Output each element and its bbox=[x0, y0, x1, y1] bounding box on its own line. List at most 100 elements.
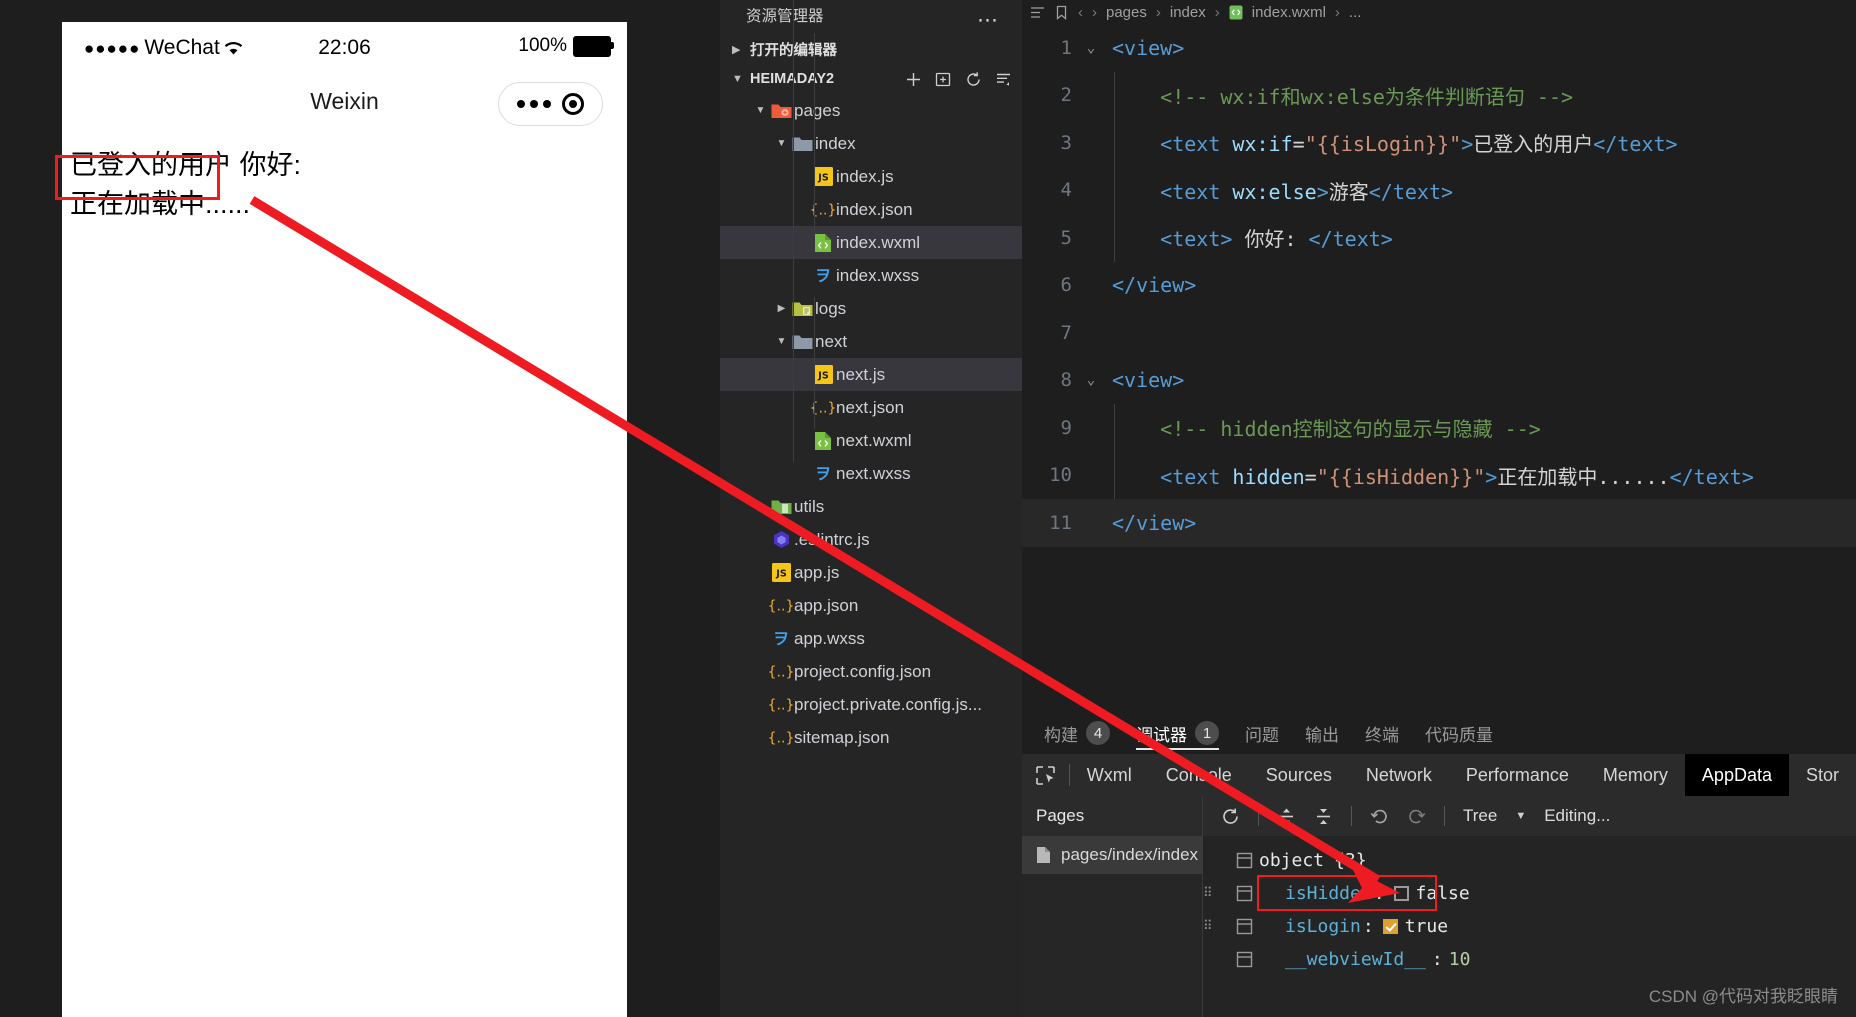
more-dots-icon[interactable] bbox=[516, 100, 551, 108]
code-line[interactable]: 2 <!-- wx:if和wx:else为条件判断语句 --> bbox=[1022, 71, 1856, 119]
appdata-value[interactable]: true bbox=[1405, 916, 1448, 937]
devtools-tab-performance[interactable]: Performance bbox=[1449, 754, 1586, 796]
code-line[interactable]: 10 <text hidden="{{isHidden}}">正在加载中....… bbox=[1022, 451, 1856, 499]
appdata-value[interactable]: 10 bbox=[1449, 949, 1471, 970]
breadcrumb-pages[interactable]: pages bbox=[1106, 4, 1147, 21]
chevron-down-icon[interactable]: ▼ bbox=[732, 73, 750, 85]
tree-item--eslintrc-js[interactable]: .eslintrc.js bbox=[720, 523, 1022, 556]
appdata-value[interactable]: false bbox=[1416, 883, 1470, 904]
chevron-down-icon[interactable]: ▼ bbox=[1515, 810, 1526, 822]
expand-all-icon[interactable] bbox=[1277, 807, 1296, 826]
tree-item-index-json[interactable]: {..} index.json bbox=[720, 193, 1022, 226]
panel-tab-4[interactable]: 终端 bbox=[1365, 712, 1399, 754]
tree-item-project-private-config-js-[interactable]: {..} project.private.config.js... bbox=[720, 688, 1022, 721]
appdata-row[interactable]: ⠿ isLogin: true bbox=[1203, 910, 1856, 943]
appdata-row[interactable]: ⠿ isHidden: false bbox=[1203, 877, 1856, 910]
inspect-element-icon[interactable] bbox=[1022, 765, 1069, 786]
open-editors-section[interactable]: ▶ 打开的编辑器 bbox=[720, 34, 1022, 64]
appdata-key[interactable]: __webviewId__ bbox=[1285, 949, 1426, 970]
appdata-checkbox[interactable] bbox=[1382, 919, 1398, 934]
tree-item-next[interactable]: ▼ next bbox=[720, 325, 1022, 358]
devtools-tab-wxml[interactable]: Wxml bbox=[1070, 754, 1149, 796]
chevron-right-icon[interactable]: › bbox=[1092, 4, 1097, 21]
devtools-tab-memory[interactable]: Memory bbox=[1586, 754, 1685, 796]
appdata-key[interactable]: isHidden bbox=[1285, 883, 1372, 904]
tree-item-next-json[interactable]: {..} next.json bbox=[720, 391, 1022, 424]
appdata-row[interactable]: __webviewId__:10 bbox=[1203, 943, 1856, 976]
collapse-all-icon[interactable] bbox=[1314, 807, 1333, 826]
tree-item-sitemap-json[interactable]: {..} sitemap.json bbox=[720, 721, 1022, 754]
code-line[interactable]: 4 <text wx:else>游客</text> bbox=[1022, 166, 1856, 214]
refresh-icon[interactable] bbox=[1221, 807, 1240, 826]
code-line[interactable]: 7 bbox=[1022, 309, 1856, 357]
devtools-tab-appdata[interactable]: AppData bbox=[1684, 754, 1789, 796]
tree-item-pages[interactable]: ▼ pages bbox=[720, 94, 1022, 127]
devtools-tab-sources[interactable]: Sources bbox=[1249, 754, 1349, 796]
project-section[interactable]: ▼ HEIMADAY2 bbox=[720, 64, 1022, 94]
code-line[interactable]: 11 </view> bbox=[1022, 499, 1856, 547]
breadcrumb-index[interactable]: index bbox=[1170, 4, 1206, 21]
new-folder-icon[interactable] bbox=[935, 71, 952, 88]
code-line[interactable]: 9 <!-- hidden控制这句的显示与隐藏 --> bbox=[1022, 404, 1856, 452]
bookmark-icon[interactable] bbox=[1054, 5, 1069, 20]
chevron-left-icon[interactable]: ‹ bbox=[1078, 4, 1083, 21]
appdata-tree[interactable]: object {3} ⠿ isHidden: false ⠿ isLogin: true __w… bbox=[1203, 836, 1856, 976]
tree-item-app-js[interactable]: JS app.js bbox=[720, 556, 1022, 589]
tree-item-index-js[interactable]: JS index.js bbox=[720, 160, 1022, 193]
sim-capsule-button[interactable] bbox=[498, 82, 603, 126]
devtools-tab-console[interactable]: Console bbox=[1149, 754, 1249, 796]
undo-icon[interactable] bbox=[1370, 807, 1389, 826]
redo-icon[interactable] bbox=[1407, 807, 1426, 826]
wxml-icon bbox=[815, 431, 831, 450]
tree-item-index[interactable]: ▼ index bbox=[720, 127, 1022, 160]
tree-item-next-js[interactable]: JS next.js bbox=[720, 358, 1022, 391]
line-number: 4 bbox=[1060, 179, 1072, 202]
tree-item-next-wxml[interactable]: next.wxml bbox=[720, 424, 1022, 457]
tree-item-app-json[interactable]: {..} app.json bbox=[720, 589, 1022, 622]
collapse-all-icon[interactable] bbox=[995, 71, 1012, 88]
breadcrumb-file[interactable]: index.wxml bbox=[1252, 4, 1326, 21]
tree-item-label: index.wxss bbox=[836, 265, 920, 285]
target-icon[interactable] bbox=[562, 93, 585, 115]
tree-item-logs[interactable]: ▶ logs bbox=[720, 292, 1022, 325]
drag-handle-icon[interactable]: ⠿ bbox=[1203, 887, 1229, 900]
code-line[interactable]: 1 ⌄ <view> bbox=[1022, 24, 1856, 72]
chevron-right-icon[interactable]: ▶ bbox=[774, 303, 789, 314]
devtools-tab-network[interactable]: Network bbox=[1349, 754, 1449, 796]
new-file-icon[interactable] bbox=[905, 71, 922, 88]
fold-chevron-icon[interactable]: ⌄ bbox=[1078, 40, 1104, 56]
appdata-key[interactable]: isLogin bbox=[1285, 916, 1361, 937]
drag-handle-icon[interactable]: ⠿ bbox=[1203, 920, 1229, 933]
chevron-down-icon[interactable]: ▼ bbox=[753, 105, 768, 116]
fold-chevron-icon[interactable]: ⌄ bbox=[1078, 372, 1104, 388]
panel-tab-5[interactable]: 代码质量 bbox=[1425, 712, 1493, 754]
refresh-icon[interactable] bbox=[965, 71, 982, 88]
chevron-right-icon[interactable]: ▶ bbox=[732, 43, 750, 56]
code-line[interactable]: 6 </view> bbox=[1022, 262, 1856, 310]
tree-item-utils[interactable]: ▶ utils bbox=[720, 490, 1022, 523]
code-line[interactable]: 5 <text> 你好: </text> bbox=[1022, 214, 1856, 262]
code-lines[interactable]: 1 ⌄ <view> 2 <!-- wx:if和wx:else为条件判断语句 --> 3… bbox=[1022, 24, 1856, 712]
panel-tab-1[interactable]: 调试器 1 bbox=[1136, 712, 1219, 754]
chevron-right-icon[interactable]: ▶ bbox=[753, 501, 768, 512]
appdata-row[interactable]: object {3} bbox=[1203, 844, 1856, 877]
tree-item-next-wxss[interactable]: ヲ next.wxss bbox=[720, 457, 1022, 490]
devtools-tab-stor[interactable]: Stor bbox=[1789, 754, 1856, 796]
ellipsis-icon[interactable]: ⋯ bbox=[977, 4, 1000, 38]
chevron-down-icon[interactable]: ▼ bbox=[774, 336, 789, 347]
panel-tab-2[interactable]: 问题 bbox=[1245, 712, 1279, 754]
chevron-down-icon[interactable]: ▼ bbox=[774, 138, 789, 149]
panel-tab-0[interactable]: 构建 4 bbox=[1044, 712, 1110, 754]
tree-item-project-config-json[interactable]: {..} project.config.json bbox=[720, 655, 1022, 688]
tree-item-index-wxss[interactable]: ヲ index.wxss bbox=[720, 259, 1022, 292]
breadcrumb-ellipsis[interactable]: ... bbox=[1349, 4, 1362, 21]
panel-tab-3[interactable]: 输出 bbox=[1305, 712, 1339, 754]
code-line[interactable]: 3 <text wx:if="{{isLogin}}">已登入的用户</text… bbox=[1022, 119, 1856, 167]
view-mode-label[interactable]: Tree bbox=[1463, 806, 1497, 826]
tree-item-app-wxss[interactable]: ヲ app.wxss bbox=[720, 622, 1022, 655]
page-list-item[interactable]: pages/index/index bbox=[1022, 836, 1202, 874]
split-editor-icon[interactable] bbox=[1030, 6, 1045, 19]
tree-item-index-wxml[interactable]: index.wxml bbox=[720, 226, 1022, 259]
code-line[interactable]: 8 ⌄ <view> bbox=[1022, 357, 1856, 405]
appdata-checkbox[interactable] bbox=[1393, 886, 1409, 901]
